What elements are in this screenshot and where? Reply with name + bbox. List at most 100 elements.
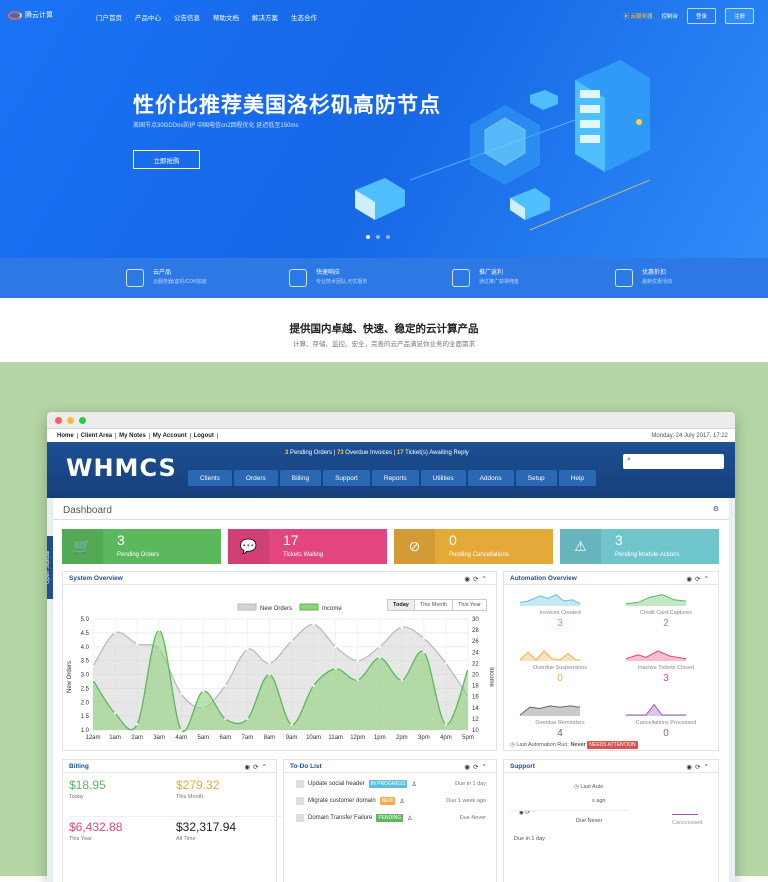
tab-billing[interactable]: Billing: [279, 470, 322, 486]
todo-checkbox[interactable]: [296, 780, 304, 788]
nav-item-solutions[interactable]: 解决方案: [252, 12, 278, 22]
feature-discount[interactable]: 优惠折扣 最新优惠活动: [605, 258, 768, 298]
tab-help[interactable]: Help: [558, 470, 597, 486]
feature-rebate[interactable]: 推广返利 通过推广获得佣金: [442, 258, 605, 298]
status-badge: PENDING: [376, 814, 404, 822]
menu-client-area[interactable]: Client Area: [78, 432, 117, 439]
support-fragment: Due Never: [576, 818, 603, 824]
main-nav: 门户首页 产品中心 公告信息 帮助文档 解决方案 生态合作: [96, 12, 317, 22]
billing-month: $279.32 This Month: [176, 778, 220, 800]
x-tick-label: 2am: [131, 735, 143, 741]
eye-icon[interactable]: ◉: [686, 764, 695, 771]
carousel-dot[interactable]: [386, 235, 390, 239]
tickets-count[interactable]: 17: [397, 450, 404, 456]
needs-attention-badge[interactable]: NEEDS ATTENTION: [587, 741, 638, 749]
header-alerts: 3 Pending Orders | 73 Overdue Invoices |…: [285, 450, 469, 456]
stat-tickets-waiting[interactable]: 💬 17 Tickets Waiting: [228, 529, 387, 564]
nav-item-announcements[interactable]: 公告信息: [174, 12, 200, 22]
nav-item-docs[interactable]: 帮助文档: [213, 12, 239, 22]
todo-item[interactable]: Domain Transfer Failure PENDING ♙ Due Ne…: [296, 814, 486, 822]
refresh-icon[interactable]: ⟳: [695, 576, 703, 583]
collapse-icon[interactable]: ⌃: [482, 764, 490, 771]
console-link[interactable]: 控制台: [661, 12, 678, 20]
dashboard: Dashboard ⚙ 🛒 3 Pending Orders 💬 17 Ticke…: [53, 498, 729, 882]
y2-tick-label: 22: [472, 661, 479, 667]
collapse-icon[interactable]: ⌃: [262, 764, 270, 771]
site-logo[interactable]: 腾云计算: [8, 10, 53, 20]
x-tick-label: 3am: [153, 735, 165, 741]
refresh-icon[interactable]: ⟳: [473, 576, 481, 583]
refresh-icon[interactable]: ⟳: [473, 764, 481, 771]
stat-value: 17: [283, 532, 299, 548]
menu-my-account[interactable]: My Account: [150, 432, 191, 439]
login-button[interactable]: 登录: [686, 8, 716, 24]
hero-subtitle: 美国节点30GDDos防护 中国电信cn2回程优化 延迟低至150ms: [133, 123, 299, 129]
carousel-dot[interactable]: [376, 235, 380, 239]
refresh-icon[interactable]: ⟳: [695, 764, 703, 771]
feature-cloud[interactable]: 云产品 云服务器/虚机/CDN加速: [0, 258, 279, 298]
tab-orders[interactable]: Orders: [233, 470, 278, 486]
todo-item[interactable]: Migrate customer domain NEW ♙ Due 1 week…: [296, 797, 486, 805]
menu-my-notes[interactable]: My Notes: [116, 432, 150, 439]
stat-label: Pending Module Actions: [615, 552, 680, 558]
promo-link[interactable]: ▣ 云服务器: [623, 12, 652, 20]
feature-strip: 云产品 云服务器/虚机/CDN加速 快速响应 专业技术团队,无忧服务 推广返利 通过推…: [0, 258, 768, 298]
todo-item[interactable]: Update social header IN PROGRESS ♙ Due i…: [296, 780, 486, 788]
maximize-window-icon[interactable]: [79, 416, 86, 424]
panel-title: Billing: [69, 763, 89, 770]
collapse-icon[interactable]: ⌃: [482, 576, 490, 583]
todo-panel: To-Do List ◉⟳⌃ Update social header IN PR…: [283, 759, 497, 882]
overdue-invoices-count[interactable]: 73: [337, 450, 344, 456]
collapse-icon[interactable]: ⌃: [704, 576, 712, 583]
current-date: Monday, 24 July 2017, 17:22: [651, 432, 728, 439]
admin-search-input[interactable]: ⌕: [623, 454, 724, 469]
settings-icon[interactable]: ⚙: [713, 505, 719, 513]
tab-setup[interactable]: Setup: [515, 470, 557, 486]
admin-tabs: Clients Orders Billing Support Reports U…: [188, 470, 597, 486]
x-tick-label: 2pm: [396, 735, 408, 741]
collapse-icon[interactable]: ⌃: [704, 764, 712, 771]
close-window-icon[interactable]: [55, 416, 62, 424]
tab-addons[interactable]: Addons: [467, 470, 514, 486]
refresh-icon[interactable]: ⟳: [253, 764, 261, 771]
tab-support[interactable]: Support: [323, 470, 370, 486]
tab-reports[interactable]: Reports: [371, 470, 419, 486]
hero-banner: 腾云计算 门户首页 产品中心 公告信息 帮助文档 解决方案 生态合作 ▣ 云服务…: [0, 0, 768, 258]
nav-item-partners[interactable]: 生态合作: [291, 12, 317, 22]
feature-subtitle: 专业技术团队,无忧服务: [316, 279, 368, 285]
y2-tick-label: 26: [472, 639, 479, 645]
menu-home[interactable]: Home: [54, 432, 78, 439]
minimize-window-icon[interactable]: [67, 416, 74, 424]
data-point: [466, 667, 470, 671]
panel-controls: ◉⟳⌃: [464, 575, 490, 583]
top-navigation: 腾云计算 门户首页 产品中心 公告信息 帮助文档 解决方案 生态合作 ▣ 云服务…: [0, 0, 768, 30]
stat-pending-cancellations[interactable]: ⊘ 0 Pending Cancellations: [394, 529, 553, 564]
todo-checkbox[interactable]: [296, 814, 304, 822]
support-doc-icon: [289, 269, 307, 287]
carousel-dot[interactable]: [366, 235, 370, 239]
data-point: [422, 651, 426, 654]
eye-icon[interactable]: ◉: [464, 576, 473, 583]
eye-icon[interactable]: ◉: [464, 764, 473, 771]
tab-clients[interactable]: Clients: [188, 470, 232, 486]
stat-pending-module-actions[interactable]: ⚠ 3 Pending Module Actions: [560, 529, 719, 564]
sparkline: [519, 705, 581, 716]
tab-utilities[interactable]: Utilities: [420, 470, 466, 486]
feature-subtitle: 云服务器/虚机/CDN加速: [153, 279, 207, 285]
menu-logout[interactable]: Logout: [191, 432, 218, 439]
stat-pending-orders[interactable]: 🛒 3 Pending Orders: [62, 529, 221, 564]
eye-icon[interactable]: ◉: [686, 576, 695, 583]
register-button[interactable]: 注册: [724, 8, 754, 24]
whmcs-logo[interactable]: WHMCS: [66, 454, 177, 482]
feature-response[interactable]: 快速响应 专业技术团队,无忧服务: [279, 258, 442, 298]
eye-icon[interactable]: ◉: [244, 764, 253, 771]
nav-item-products[interactable]: 产品中心: [135, 12, 161, 22]
data-point: [312, 623, 315, 626]
y-tick-label: 3.5: [81, 659, 90, 665]
buy-now-button[interactable]: 立即抢购: [133, 150, 200, 169]
automation-item: Cancellations Processed 0: [616, 700, 716, 739]
nav-item-home[interactable]: 门户首页: [96, 12, 122, 22]
todo-checkbox[interactable]: [296, 797, 304, 805]
x-tick-label: 6am: [220, 735, 232, 741]
y2-tick-label: 16: [472, 695, 479, 701]
